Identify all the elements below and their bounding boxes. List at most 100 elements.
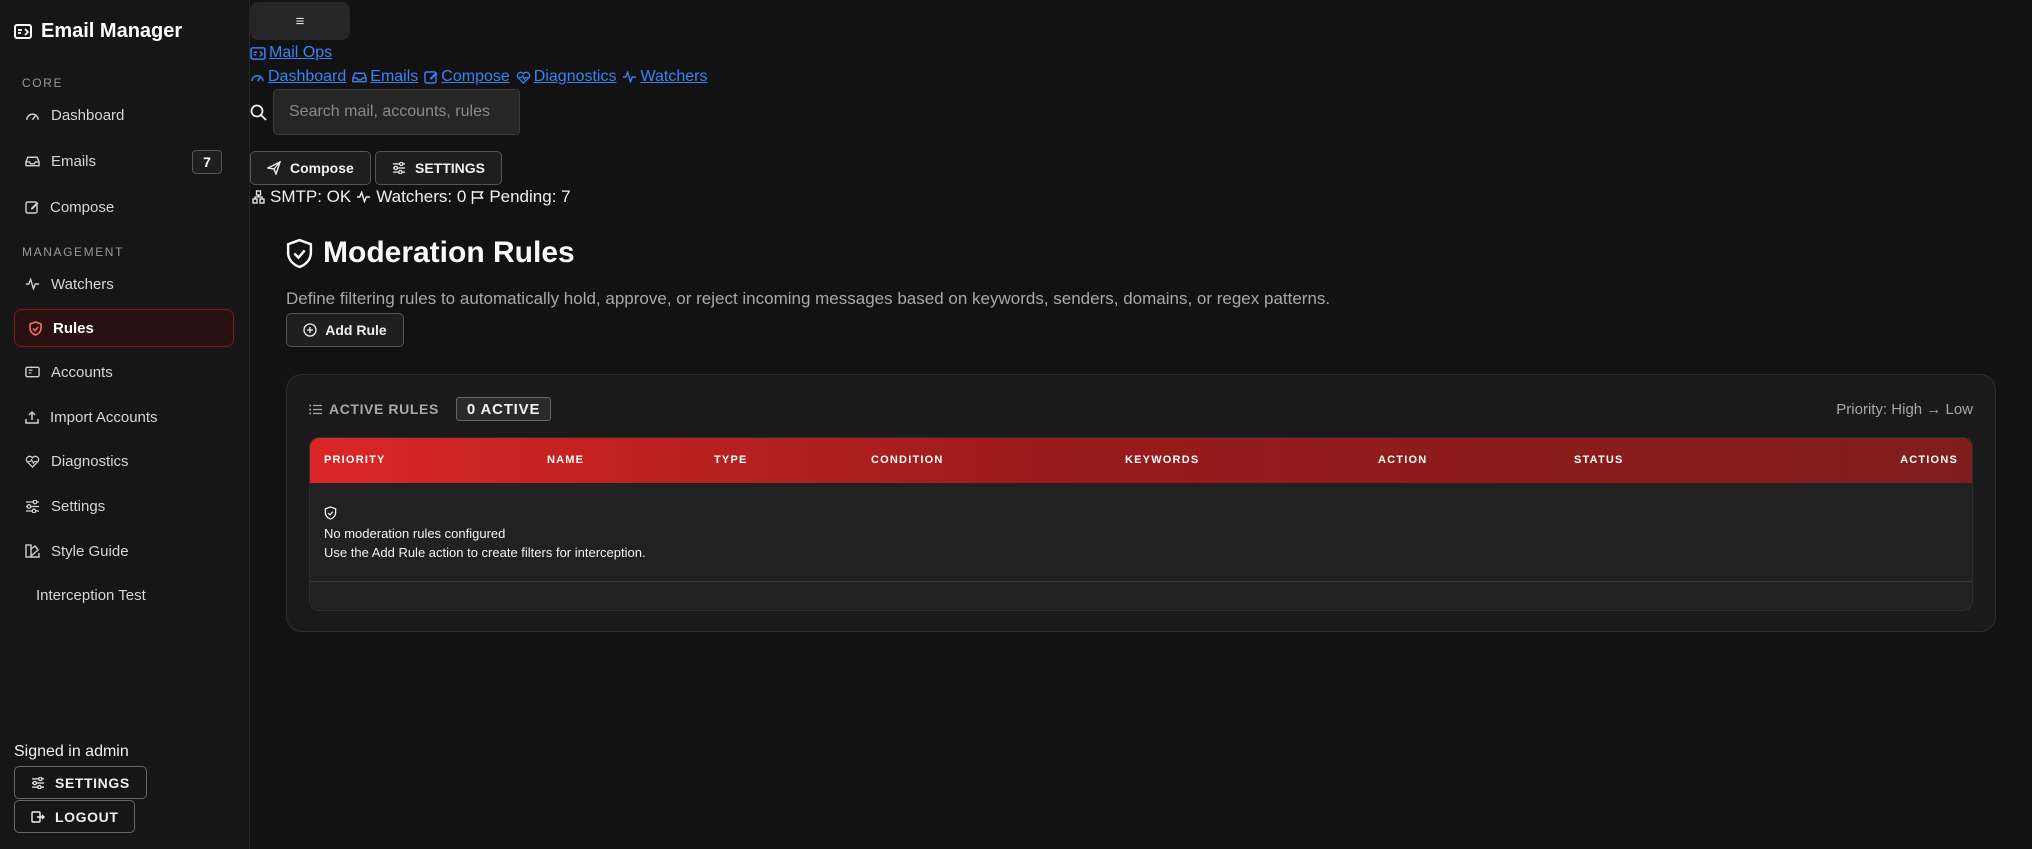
shield-icon: [324, 506, 337, 520]
search-input[interactable]: [273, 89, 520, 135]
quick-links: Dashboard Emails Compose Diagnostics Wat…: [250, 68, 713, 86]
mail-brand-icon: [14, 24, 32, 39]
sidebar-item-label: Settings: [51, 497, 106, 515]
quick-link-label: Diagnostics: [533, 68, 617, 85]
sidebar-item-label: Watchers: [51, 275, 114, 293]
inbox-icon: [352, 72, 368, 83]
sidebar-item-label: Diagnostics: [51, 452, 129, 470]
emails-count-badge: 7: [192, 150, 222, 174]
sidebar: Email Manager CORE Dashboard Emails 7 Co…: [0, 0, 250, 849]
sidebar-item-label: Rules: [53, 319, 94, 337]
card-heading: ACTIVE RULES: [329, 401, 439, 417]
settings-label: SETTINGS: [415, 160, 486, 176]
mail-ops-link[interactable]: Mail Ops: [250, 44, 332, 62]
sidebar-item-label: Dashboard: [51, 106, 125, 124]
watchers-status: Watchers: 0: [376, 187, 467, 206]
sliders-icon: [393, 162, 405, 174]
sidebar-item-label: Style Guide: [51, 542, 129, 560]
sidebar-item-watchers[interactable]: Watchers: [14, 265, 234, 303]
quick-link-emails[interactable]: Emails: [352, 68, 418, 86]
sliders-icon: [32, 776, 44, 789]
sidebar-item-label: Import Accounts: [50, 408, 158, 426]
section-label-core: CORE: [22, 76, 64, 90]
empty-state-row: No moderation rules configured Use the A…: [310, 483, 1972, 582]
column-header-status[interactable]: STATUS: [1574, 454, 1624, 466]
activity-icon: [357, 191, 371, 203]
quick-link-label: Compose: [441, 68, 510, 85]
sidebar-item-label: Interception Test: [36, 586, 146, 604]
top-settings-button[interactable]: SETTINGS: [375, 151, 503, 185]
smtp-status: SMTP: OK: [270, 187, 352, 206]
column-header-condition[interactable]: CONDITION: [871, 454, 944, 466]
heart-pulse-icon: [516, 71, 531, 84]
sidebar-item-import-accounts[interactable]: Import Accounts: [14, 398, 234, 436]
quick-link-dashboard[interactable]: Dashboard: [250, 68, 346, 86]
sidebar-item-label: Accounts: [51, 363, 113, 381]
upload-icon: [25, 410, 39, 424]
quick-link-watchers[interactable]: Watchers: [622, 68, 707, 86]
column-header-name[interactable]: NAME: [547, 454, 584, 466]
quick-link-diagnostics[interactable]: Diagnostics: [516, 68, 617, 86]
pencil-square-icon: [25, 201, 39, 214]
sidebar-settings-button[interactable]: SETTINGS: [14, 766, 147, 799]
sidebar-item-diagnostics[interactable]: Diagnostics: [14, 442, 234, 480]
sidebar-item-rules[interactable]: Rules: [14, 309, 234, 347]
list-icon: [309, 404, 322, 414]
heart-pulse-icon: [25, 455, 40, 468]
search-bar: [250, 89, 520, 135]
sidebar-item-compose[interactable]: Compose: [14, 188, 234, 226]
mail-ops-label: Mail Ops: [269, 44, 333, 61]
column-header-priority[interactable]: PRIORITY: [324, 454, 386, 466]
settings-label: SETTINGS: [55, 774, 130, 791]
hamburger-icon: ≡: [295, 12, 305, 30]
page-description: Define filtering rules to automatically …: [286, 289, 1331, 308]
sidebar-item-label: Emails: [51, 152, 97, 170]
logout-button[interactable]: LOGOUT: [14, 800, 136, 833]
status-bar: SMTP: OK Watchers: 0 Pending: 7: [252, 187, 571, 207]
logout-icon: [31, 810, 45, 823]
network-icon: [252, 190, 265, 204]
shield-check-icon: [286, 238, 313, 268]
card-header: ACTIVE RULES 0 ACTIVE: [309, 397, 552, 421]
pencil-square-icon: [424, 71, 438, 84]
active-rules-card: ACTIVE RULES 0 ACTIVE Priority: High → L…: [286, 374, 1996, 632]
column-header-action[interactable]: ACTION: [1378, 454, 1427, 466]
column-header-type[interactable]: TYPE: [714, 454, 748, 466]
menu-toggle-button[interactable]: ≡: [250, 2, 350, 40]
section-label-management: MANAGEMENT: [22, 245, 125, 259]
gauge-icon: [251, 74, 264, 82]
activity-icon: [25, 278, 40, 290]
sidebar-item-interception-test[interactable]: Interception Test: [14, 576, 234, 614]
sliders-icon: [26, 499, 39, 513]
sidebar-item-settings[interactable]: Settings: [14, 487, 234, 525]
add-rule-label: Add Rule: [325, 322, 387, 338]
inbox-icon: [25, 156, 40, 167]
signed-in-text: Signed in admin: [14, 743, 129, 760]
logout-label: LOGOUT: [55, 808, 119, 825]
sidebar-item-accounts[interactable]: Accounts: [14, 353, 234, 391]
mailbox-icon: [25, 366, 40, 378]
sidebar-item-emails[interactable]: Emails 7: [14, 142, 234, 180]
search-icon: [250, 104, 267, 121]
plus-circle-icon: [303, 323, 317, 337]
sidebar-item-dashboard[interactable]: Dashboard: [14, 96, 234, 134]
quick-link-label: Dashboard: [268, 68, 347, 85]
compose-button[interactable]: Compose: [250, 151, 371, 185]
send-icon: [267, 161, 281, 175]
active-count-badge: 0 ACTIVE: [455, 397, 552, 421]
activity-icon: [623, 71, 637, 83]
compose-label: Compose: [290, 160, 354, 176]
flag-icon: [472, 190, 485, 204]
column-header-actions: ACTIONS: [1900, 454, 1958, 466]
shield-icon: [29, 320, 42, 336]
column-header-keywords[interactable]: KEYWORDS: [1125, 454, 1199, 466]
app-brand[interactable]: Email Manager: [14, 20, 182, 43]
app-title: Email Manager: [41, 20, 183, 42]
quick-link-compose[interactable]: Compose: [424, 68, 510, 86]
add-rule-button[interactable]: Add Rule: [286, 313, 404, 347]
page-title: Moderation Rules: [323, 236, 575, 269]
table-header: PRIORITY NAME TYPE CONDITION KEYWORDS AC…: [310, 438, 1972, 483]
sidebar-item-label: Compose: [50, 198, 115, 216]
palette-icon: [25, 544, 40, 558]
sidebar-item-style-guide[interactable]: Style Guide: [14, 532, 234, 570]
